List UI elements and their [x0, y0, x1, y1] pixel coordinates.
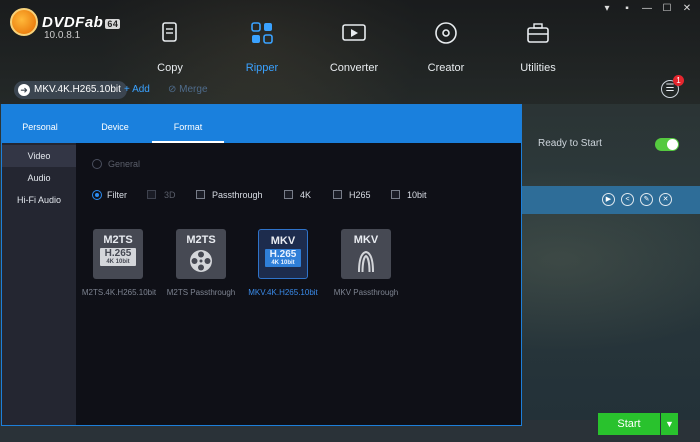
module-creator[interactable]: Creator: [400, 20, 492, 74]
minimize-icon[interactable]: —: [642, 4, 652, 14]
film-reel-icon: [190, 250, 212, 272]
current-profile: MKV.4K.H265.10bit: [34, 84, 121, 95]
maximize-icon[interactable]: ☐: [662, 4, 672, 14]
filter-3d-label: 3D: [164, 190, 176, 200]
edit-icon[interactable]: ✎: [640, 193, 653, 206]
filter-h265-label: H265: [349, 190, 371, 200]
codec-sub: 4K 10bit: [106, 259, 130, 265]
chevron-down-icon: ▼: [665, 419, 674, 429]
format-label-m2ts-4k: M2TS.4K.H265.10bit: [81, 288, 157, 297]
sidebar-item-video[interactable]: Video: [2, 145, 76, 167]
filter-h265-checkbox[interactable]: [333, 190, 342, 199]
filter-4k-label: 4K: [300, 190, 312, 200]
title-row[interactable]: ▶ < ✎ ✕: [521, 186, 700, 214]
share-icon[interactable]: <: [621, 193, 634, 206]
logo-mark-icon: [10, 8, 38, 36]
module-label: Copy: [157, 62, 183, 74]
format-card-mkv-passthrough[interactable]: MKV: [341, 229, 391, 279]
app-version: 10.0.8.1: [44, 30, 81, 41]
window-controls: ▾ ▪ — ☐ ✕: [602, 4, 692, 14]
copy-icon: [162, 22, 177, 42]
container-label: MKV: [270, 235, 296, 247]
panel-content: General Filter 3D Passthrough 4K H265 10…: [76, 143, 521, 425]
filter-passthrough-checkbox[interactable]: [196, 190, 205, 199]
codec-label: H.265: [269, 249, 297, 260]
play-icon[interactable]: ▶: [602, 193, 615, 206]
profile-panel: Personal Device Format Video Audio Hi-Fi…: [1, 104, 522, 426]
filter-10bit-label: 10bit: [407, 190, 427, 200]
module-utilities[interactable]: Utilities: [492, 20, 584, 74]
module-label: Creator: [427, 62, 465, 74]
format-label-mkv-4k: MKV.4K.H265.10bit: [248, 288, 318, 297]
utilities-icon: [527, 23, 549, 43]
panel-tabs: Personal Device Format: [2, 105, 521, 143]
arrow-right-icon: ➜: [18, 84, 30, 96]
tab-personal[interactable]: Personal: [2, 105, 78, 143]
container-label: MKV: [353, 234, 379, 246]
skin-icon[interactable]: ▪: [622, 4, 632, 14]
converter-icon: [342, 24, 366, 41]
filter-4k-checkbox[interactable]: [284, 190, 293, 199]
codec-box: H.265 4K 10bit: [100, 248, 136, 266]
dropdown-menu-icon[interactable]: ▾: [602, 4, 612, 14]
ripper-icon: [251, 22, 273, 44]
ready-toggle[interactable]: [655, 138, 679, 151]
add-button[interactable]: + Add: [124, 84, 150, 95]
general-radio[interactable]: [92, 159, 102, 169]
container-label: M2TS: [103, 234, 133, 246]
tab-device[interactable]: Device: [78, 105, 152, 143]
close-icon[interactable]: ✕: [682, 4, 692, 14]
codec-label: H.265: [104, 248, 132, 259]
start-button[interactable]: Start: [598, 413, 660, 435]
panel-sidebar: Video Audio Hi-Fi Audio: [2, 143, 76, 425]
sidebar-item-audio[interactable]: Audio: [2, 167, 76, 189]
module-label: Utilities: [520, 62, 556, 74]
merge-button[interactable]: ⊘ Merge: [168, 84, 208, 95]
filter-3d-checkbox[interactable]: [147, 190, 156, 199]
codec-sub: 4K 10bit: [271, 260, 295, 266]
module-converter[interactable]: Converter: [308, 20, 400, 74]
container-label: M2TS: [186, 234, 216, 246]
codec-box: H.265 4K 10bit: [265, 249, 301, 267]
module-label: Converter: [329, 62, 379, 74]
edition-badge: 64: [105, 18, 121, 29]
module-copy[interactable]: Copy: [124, 20, 216, 74]
module-ripper[interactable]: Ripper: [216, 20, 308, 74]
start-options-button[interactable]: ▼: [661, 413, 678, 435]
mkv-matroska-icon: [358, 250, 374, 273]
format-label-mkv-passthrough: MKV Passthrough: [333, 288, 399, 297]
module-label: Ripper: [245, 62, 279, 74]
filter-passthrough-label: Passthrough: [212, 190, 263, 200]
format-card-mkv-4k[interactable]: MKV H.265 4K 10bit: [258, 229, 308, 279]
remove-icon[interactable]: ✕: [659, 193, 672, 206]
filter-label: Filter: [107, 190, 127, 200]
profile-selector[interactable]: ➜ MKV.4K.H265.10bit: [14, 81, 127, 99]
format-card-m2ts-4k[interactable]: M2TS H.265 4K 10bit: [93, 229, 143, 279]
filter-radio[interactable]: [92, 190, 102, 200]
list-icon: ☰: [665, 83, 675, 94]
format-label-m2ts-passthrough: M2TS Passthrough: [166, 288, 236, 297]
creator-icon: [435, 22, 457, 44]
module-nav: Copy Ripper Converter Creator Utilities: [124, 20, 584, 74]
format-card-m2ts-passthrough[interactable]: M2TS: [176, 229, 226, 279]
sidebar-item-hifi-audio[interactable]: Hi-Fi Audio: [2, 189, 76, 211]
filter-10bit-checkbox[interactable]: [391, 190, 400, 199]
app-name: DVDFab 64: [42, 13, 121, 31]
tab-format[interactable]: Format: [152, 105, 224, 143]
general-label: General: [108, 159, 141, 169]
task-count-badge: 1: [673, 75, 684, 86]
ready-status: Ready to Start: [538, 138, 602, 149]
